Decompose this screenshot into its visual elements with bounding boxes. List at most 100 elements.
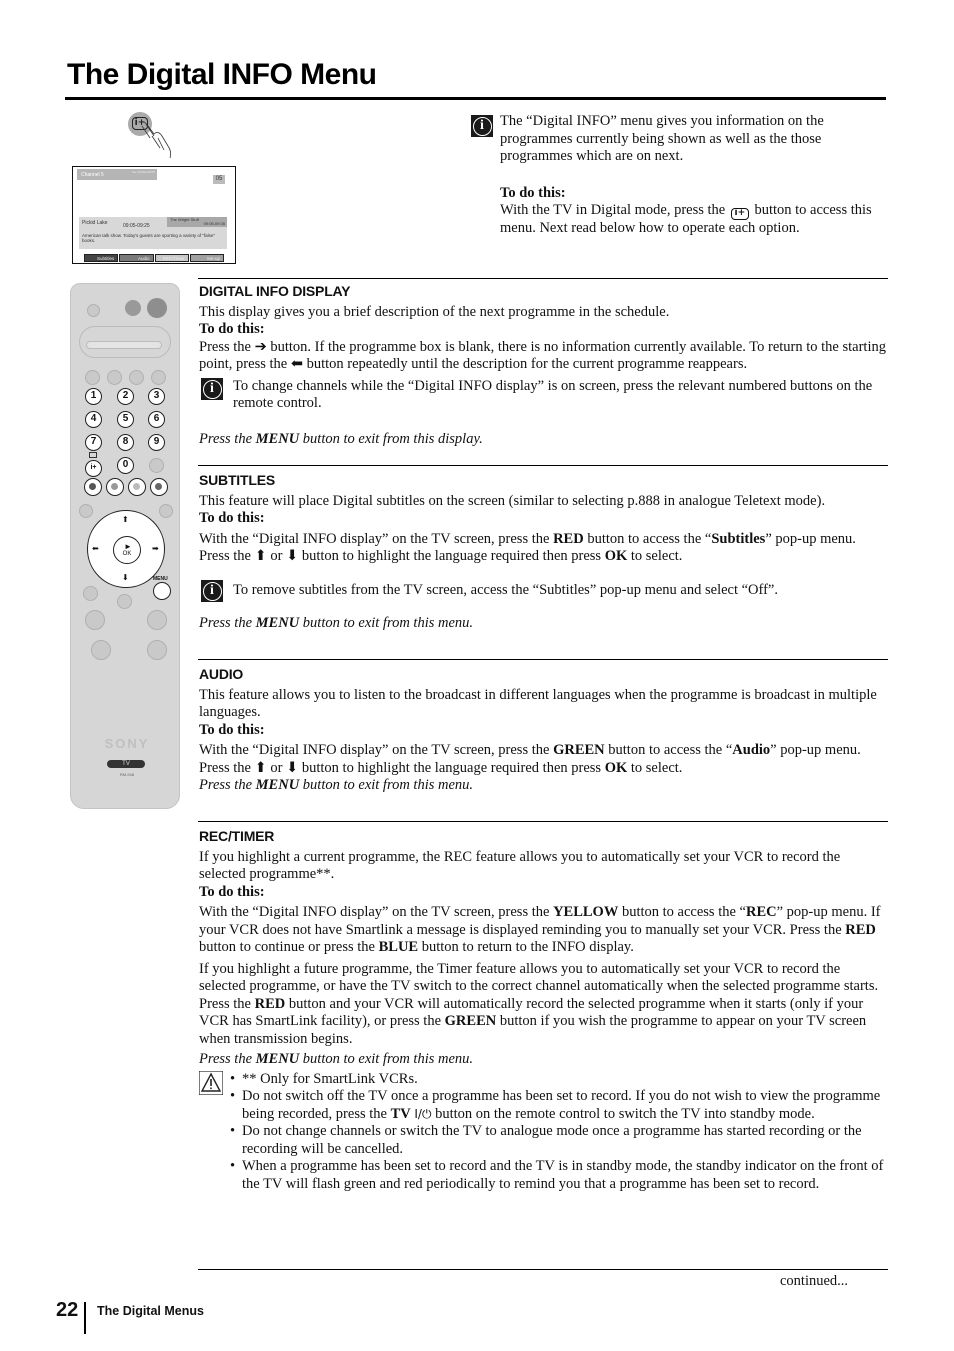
section-rec-timer: REC/TIMER If you highlight a current pro…	[199, 828, 889, 1193]
menu-key-label: MENU	[255, 430, 300, 447]
remote-func-button-4	[151, 370, 166, 385]
page-title: The Digital INFO Menu	[67, 58, 377, 91]
exit-text: button to exit from this menu.	[302, 1051, 474, 1067]
footer-section-label: The Digital Menus	[97, 1304, 204, 1318]
yellow-key-label: YELLOW	[553, 904, 619, 920]
red-key-label: RED	[845, 921, 876, 938]
exit-instruction: Press the MENU button to exit from this …	[199, 777, 889, 795]
remote-red-button	[84, 478, 102, 496]
body-text: button to access the “	[621, 904, 746, 920]
warning-item: ** Only for SmartLink VCRs.	[230, 1071, 889, 1089]
exit-text: button to exit from this menu.	[302, 777, 474, 793]
exit-text: Press the	[199, 430, 253, 447]
exit-text: button to exit from this menu.	[302, 615, 474, 631]
remote-exit-button	[159, 504, 173, 518]
remote-func-button-3	[129, 370, 144, 385]
section-heading: REC/TIMER	[199, 828, 275, 844]
body-text: Press the	[199, 338, 251, 355]
arrow-right-icon: ➡	[152, 544, 159, 553]
section-divider	[198, 659, 888, 660]
exit-instruction: Press the MENU button to exit from this …	[199, 431, 889, 449]
hand-icon	[139, 121, 172, 159]
body-text: or	[270, 759, 283, 776]
remote-green-button	[106, 478, 124, 496]
info-plus-icon: i+	[730, 208, 749, 220]
arrow-up-icon: ⬆	[254, 759, 267, 776]
remote-menu-button	[153, 582, 171, 600]
intro-todo-label: To do this:	[500, 184, 566, 201]
tv-tab-subtitles: Subtitles	[84, 254, 119, 262]
arrow-up-icon: ⬆	[122, 515, 129, 524]
info-note: i To remove subtitles from the TV screen…	[199, 579, 889, 602]
section-divider	[198, 1269, 888, 1270]
tv-tab-audio: Audio	[119, 254, 154, 262]
todo-label: To do this:	[199, 883, 265, 900]
remote-mode-slider	[86, 341, 162, 349]
section-body: If you highlight a future programme, the…	[199, 960, 879, 995]
body-text: button on the remote control to switch t…	[435, 1105, 815, 1122]
section-body: With the “Digital INFO display” on the T…	[199, 904, 889, 957]
remote-return-button	[149, 458, 164, 473]
green-key-label: GREEN	[444, 1013, 497, 1029]
intro-todo-before: With the TV in Digital mode, press the	[500, 202, 726, 218]
body-text: With the “Digital INFO display” on the T…	[199, 530, 550, 547]
section-divider	[198, 465, 888, 466]
arrow-down-icon: ⬇	[286, 759, 299, 776]
remote-brand-logo: SONY	[104, 736, 150, 751]
note-text: To remove subtitles from the TV screen, …	[233, 581, 778, 598]
menu-key-label: MENU	[255, 777, 300, 793]
body-text: to select.	[630, 548, 683, 564]
tv-channel-name: Channel 5	[81, 172, 104, 178]
body-text: or	[270, 548, 283, 564]
continued-label: continued...	[780, 1273, 849, 1289]
remote-prog-down-button	[147, 640, 167, 660]
teletext-icon	[89, 452, 97, 458]
remote-ok-button: OK	[113, 536, 142, 564]
remote-tv-button	[147, 298, 167, 318]
tv-channel-bar: Channel 5 Tue 16 Mar 09:07	[77, 169, 157, 180]
tv-tabs: Subtitles Audio REC/Timer Set-up	[84, 254, 224, 262]
intro-block: The “Digital INFO” menu gives you inform…	[500, 113, 890, 238]
tv-next-programme-box: The Wright Stuff 09:05-09:35	[167, 217, 227, 227]
body-text: button to access the “	[587, 530, 712, 547]
section-divider	[198, 278, 888, 279]
remote-number-9: 9	[148, 434, 165, 451]
red-key-label: RED	[254, 995, 286, 1012]
body-text: With the “Digital INFO display” on the T…	[199, 904, 550, 920]
tv-programme-info: Pickid Lake 09:05-09:25 The Wright Stuff…	[79, 217, 227, 249]
section-heading: SUBTITLES	[199, 472, 275, 488]
section-heading: AUDIO	[199, 666, 244, 682]
info-note: i To change channels while the “Digital …	[199, 377, 889, 413]
body-text: to select.	[630, 759, 683, 776]
remote-number-6: 6	[148, 411, 165, 428]
section-digital-info-display: DIGITAL INFO DISPLAY This display gives …	[199, 283, 889, 448]
warning-block: ** Only for SmartLink VCRs. Do not switc…	[199, 1070, 889, 1194]
section-intro: This feature allows you to listen to the…	[199, 686, 877, 721]
remote-prog-up-button	[147, 610, 167, 630]
remote-yellow-button	[128, 478, 146, 496]
remote-volume-up-button	[85, 610, 105, 630]
warning-item: Do not switch off the TV once a programm…	[230, 1088, 889, 1123]
arrow-down-icon: ⬇	[122, 573, 129, 582]
section-heading: DIGITAL INFO DISPLAY	[199, 283, 351, 299]
body-text: With the “Digital INFO display” on the T…	[199, 742, 550, 758]
body-text: button repeatedly until the description …	[306, 356, 748, 372]
remote-number-3: 3	[148, 388, 165, 405]
section-body: Press the RED button and your VCR will a…	[199, 996, 889, 1049]
info-icon: i	[201, 377, 223, 400]
remote-number-8: 8	[117, 434, 134, 451]
remote-number-1: 1	[85, 388, 102, 405]
remote-number-4: 4	[85, 411, 102, 428]
remote-number-7: 7	[85, 434, 102, 451]
section-body: With the “Digital INFO display” on the T…	[199, 531, 889, 566]
ok-key-label: OK	[604, 548, 628, 564]
remote-blue-button	[150, 478, 168, 496]
tv-channel-number: 05	[213, 175, 225, 184]
section-intro: If you highlight a current programme, th…	[199, 848, 841, 883]
remote-mute-button	[83, 586, 98, 601]
remote-volume-down-button	[91, 640, 111, 660]
tv-screen-illustration: Channel 5 Tue 16 Mar 09:07 05 Pickid Lak…	[72, 166, 236, 264]
todo-label: To do this:	[199, 321, 265, 337]
intro-text: The “Digital INFO” menu gives you inform…	[500, 113, 824, 164]
remote-func-button-1	[85, 370, 100, 385]
